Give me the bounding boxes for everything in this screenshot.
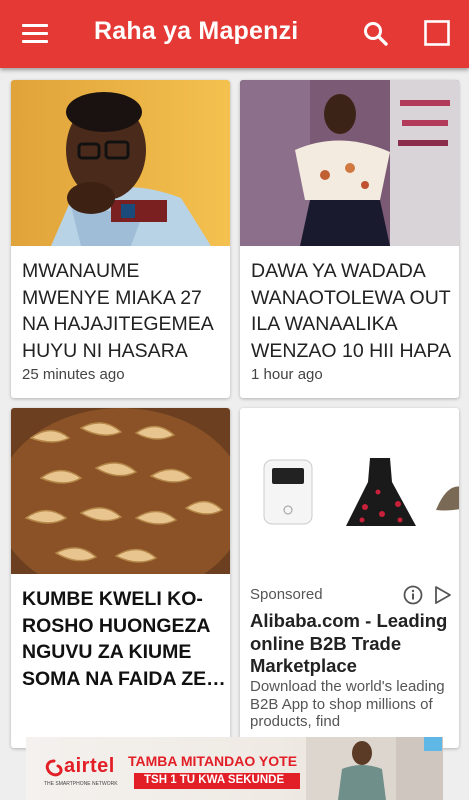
ad-product-carousel[interactable] [250, 452, 459, 532]
sponsored-label: Sponsored [250, 586, 323, 603]
article-card[interactable]: KUMBE KWELI KO-ROSHO HUONGEZA NGUVU ZA K… [11, 408, 230, 748]
article-image [240, 80, 459, 246]
ad-description: Download the world's leading B2B App to … [250, 678, 445, 730]
article-card[interactable]: MWANAUME MWENYE MIAKA 27 NA HAJAJITEGEME… [11, 80, 230, 398]
article-time: 1 hour ago [251, 366, 323, 383]
adchoices-icon[interactable] [433, 585, 453, 605]
sponsored-ad-card[interactable]: Sponsored Alibaba.com - Leading online B… [240, 408, 459, 748]
article-time: 25 minutes ago [22, 366, 125, 383]
search-icon[interactable] [362, 20, 390, 48]
ad-title: Alibaba.com - Leading online B2B Trade M… [250, 610, 448, 676]
banner-ad[interactable]: airtel THE SMARTPHONE NETWORK TAMBA MITA… [26, 737, 443, 800]
info-icon[interactable] [403, 585, 423, 605]
article-headline: DAWA YA WADADA WANAOTOLEWA OUT ILA WANAA… [251, 260, 452, 362]
airtel-logo: airtel THE SMARTPHONE NETWORK [44, 755, 118, 787]
article-headline: KUMBE KWELI KO-ROSHO HUONGEZA NGUVU ZA K… [22, 588, 226, 690]
app-bar: Raha ya Mapenzi [0, 0, 469, 68]
app-title: Raha ya Mapenzi [94, 17, 299, 45]
banner-person-image [306, 737, 443, 800]
article-image [11, 408, 230, 574]
banner-subline: TSH 1 TU KWA SEKUNDE [134, 773, 300, 789]
article-headline: MWANAUME MWENYE MIAKA 27 NA HAJAJITEGEME… [22, 260, 213, 362]
banner-headline: TAMBA MITANDAO YOTE [128, 753, 298, 769]
menu-icon[interactable] [22, 21, 50, 47]
article-card[interactable]: DAWA YA WADADA WANAOTOLEWA OUT ILA WANAA… [240, 80, 459, 398]
article-image [11, 80, 230, 246]
select-all-icon[interactable] [424, 20, 450, 46]
